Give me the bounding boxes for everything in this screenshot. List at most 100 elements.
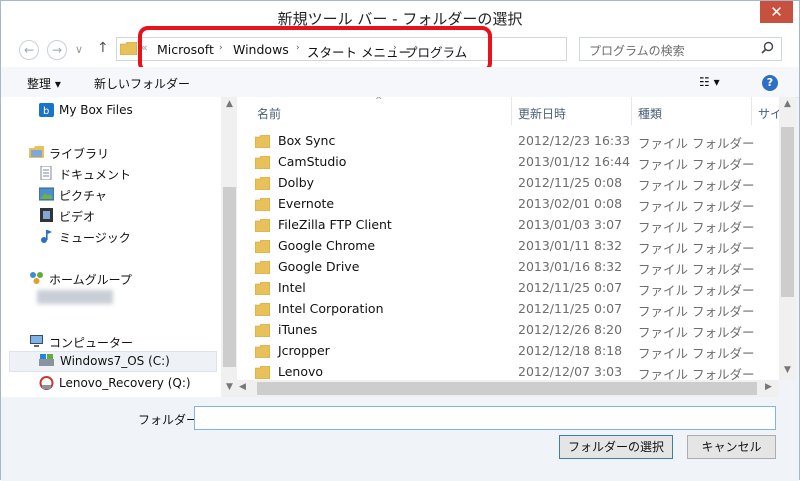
file-name: Google Drive xyxy=(278,259,360,274)
file-type: ファイル フォルダー xyxy=(638,199,755,214)
folder-picker-dialog: 新規ツール バー - フォルダーの選択 ✕ ← → ∨ ↑ « Microsof… xyxy=(0,0,800,481)
file-name: Google Chrome xyxy=(278,238,376,253)
file-date: 2012/11/25 0:08 xyxy=(518,175,623,190)
table-row[interactable]: Evernote 2013/02/01 0:08 ファイル フォルダー xyxy=(237,194,779,215)
folder-icon xyxy=(255,156,270,169)
new-folder-button[interactable]: 新しいフォルダー xyxy=(94,75,190,92)
file-name: Jcropper xyxy=(278,343,330,358)
file-date: 2012/11/25 0:07 xyxy=(518,280,623,295)
help-icon[interactable]: ? xyxy=(762,75,778,91)
folder-field-label: フォルダー: xyxy=(138,413,203,427)
organize-menu[interactable]: 整理 ▾ xyxy=(27,75,61,92)
select-folder-button[interactable]: フォルダーの選択 xyxy=(559,435,673,459)
file-date: 2012/11/25 0:07 xyxy=(518,301,623,316)
folder-icon xyxy=(255,177,270,190)
close-button[interactable]: ✕ xyxy=(760,1,793,23)
recent-locations-dropdown[interactable]: ∨ xyxy=(75,43,83,56)
search-box[interactable]: プログラムの検索 xyxy=(579,37,782,61)
view-options-button[interactable]: ☷ ▾ xyxy=(699,75,720,89)
folder-icon xyxy=(255,345,270,358)
file-name: iTunes xyxy=(278,322,318,337)
scroll-down-arrow-icon[interactable]: ▼ xyxy=(221,382,238,392)
folder-icon xyxy=(255,303,270,316)
search-placeholder: プログラムの検索 xyxy=(589,44,685,58)
file-date: 2012/12/07 3:03 xyxy=(518,364,623,379)
scroll-left-arrow-icon[interactable]: ◀ xyxy=(239,382,246,392)
file-name: FileZilla FTP Client xyxy=(278,217,392,232)
music-icon xyxy=(41,230,52,243)
folder-icon xyxy=(255,261,270,274)
table-row[interactable]: iTunes 2012/12/26 8:20 ファイル フォルダー xyxy=(237,320,779,341)
drive-icon xyxy=(39,354,54,366)
breadcrumb-highlight-annotation xyxy=(138,26,492,73)
table-row[interactable]: FileZilla FTP Client 2013/01/03 3:07 ファイル … xyxy=(237,215,779,236)
folder-icon xyxy=(255,219,270,232)
file-name: Dolby xyxy=(278,175,315,190)
file-type: ファイル フォルダー xyxy=(638,178,755,193)
table-row[interactable]: Lenovo 2012/12/07 3:03 ファイル フォルダー xyxy=(237,362,779,380)
table-row[interactable]: Dolby 2012/11/25 0:08 ファイル フォルダー xyxy=(237,173,779,194)
table-row[interactable]: Google Chrome 2013/01/11 8:32 ファイル フォルダー xyxy=(237,236,779,257)
column-header-date[interactable]: 更新日時 xyxy=(512,97,632,125)
folder-icon xyxy=(255,240,270,253)
cancel-button[interactable]: キャンセル xyxy=(687,435,776,459)
search-icon[interactable] xyxy=(761,41,774,54)
file-name: Intel Corporation xyxy=(278,301,384,316)
sort-ascending-icon: ^ xyxy=(375,97,383,106)
table-row[interactable]: Intel 2012/11/25 0:07 ファイル フォルダー xyxy=(237,278,779,299)
file-type: ファイル フォルダー xyxy=(638,304,755,319)
library-icon xyxy=(29,146,44,158)
table-row[interactable]: Box Sync 2012/12/23 16:33 ファイル フォルダー xyxy=(237,131,779,152)
file-date: 2013/01/12 16:44 xyxy=(518,154,631,169)
folder-field[interactable] xyxy=(194,406,776,430)
folder-icon xyxy=(255,198,270,211)
file-date: 2013/01/03 3:07 xyxy=(518,217,623,232)
up-button[interactable]: ↑ xyxy=(97,40,109,56)
svg-text:b: b xyxy=(43,106,49,117)
sidebar-item-windows7-os-selected[interactable]: Windows7_OS (C:) xyxy=(9,351,217,372)
file-list-horizontal-scrollbar[interactable]: ◀ ▶ xyxy=(237,380,779,397)
recovery-drive-icon xyxy=(39,376,54,390)
computer-icon xyxy=(30,335,43,347)
folder-icon xyxy=(255,135,270,148)
file-date: 2013/01/16 8:32 xyxy=(518,259,623,274)
file-date: 2013/01/11 8:32 xyxy=(518,238,623,253)
file-type: ファイル フォルダー xyxy=(638,283,755,298)
scrollbar-thumb[interactable] xyxy=(781,127,794,297)
file-name: Evernote xyxy=(278,196,335,211)
file-name: CamStudio xyxy=(278,154,347,169)
file-name: Box Sync xyxy=(278,133,336,148)
homegroup-icon xyxy=(30,272,43,284)
folder-icon xyxy=(255,324,270,337)
table-row[interactable]: CamStudio 2013/01/12 16:44 ファイル フォルダー xyxy=(237,152,779,173)
navigation-pane-scrollbar[interactable]: ▲ ▼ xyxy=(221,97,238,397)
scroll-up-arrow-icon[interactable]: ▲ xyxy=(221,99,238,109)
back-button[interactable]: ← xyxy=(19,40,39,60)
table-row[interactable]: Google Drive 2013/01/16 8:32 ファイル フォルダー xyxy=(237,257,779,278)
column-header-name[interactable]: 名前 ^ xyxy=(237,97,512,125)
folder-icon xyxy=(255,282,270,295)
file-type: ファイル フォルダー xyxy=(638,136,755,151)
file-date: 2013/02/01 0:08 xyxy=(518,196,623,211)
scroll-down-arrow-icon[interactable]: ▼ xyxy=(779,365,796,375)
file-type: ファイル フォルダー xyxy=(638,346,755,361)
file-date: 2012/12/18 8:18 xyxy=(518,343,623,358)
column-header-type[interactable]: 種類 xyxy=(632,97,752,125)
file-date: 2012/12/23 16:33 xyxy=(518,133,631,148)
file-name: Lenovo xyxy=(278,364,324,379)
scroll-up-arrow-icon[interactable]: ▲ xyxy=(779,99,796,109)
file-list-vertical-scrollbar[interactable]: ▲ ▼ xyxy=(779,97,796,380)
file-type: ファイル フォルダー xyxy=(638,241,755,256)
box-icon: b xyxy=(39,103,54,117)
file-type: ファイル フォルダー xyxy=(638,367,755,380)
scroll-right-arrow-icon[interactable]: ▶ xyxy=(765,382,772,392)
horizontal-scrollbar-thumb[interactable] xyxy=(257,382,757,395)
table-row[interactable]: Jcropper 2012/12/18 8:18 ファイル フォルダー xyxy=(237,341,779,362)
forward-button[interactable]: → xyxy=(47,40,67,60)
column-header-size[interactable]: サイ xyxy=(752,97,779,125)
table-row[interactable]: Intel Corporation 2012/11/25 0:07 ファイル フォル… xyxy=(237,299,779,320)
file-date: 2012/12/26 8:20 xyxy=(518,322,623,337)
scrollbar-thumb[interactable] xyxy=(223,187,236,367)
file-type: ファイル フォルダー xyxy=(638,325,755,340)
video-icon xyxy=(40,208,53,222)
